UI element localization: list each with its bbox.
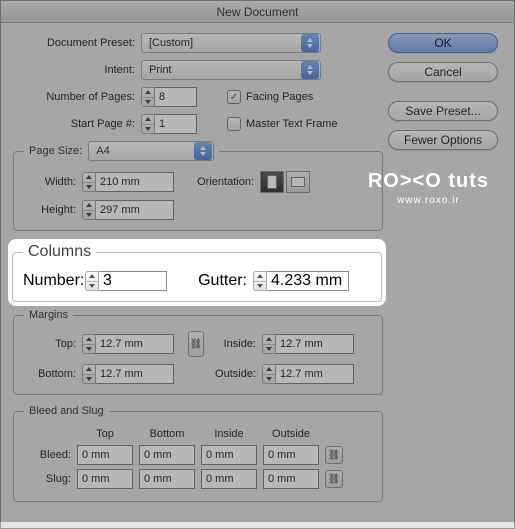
link-bleed-button[interactable]: ⛓ — [325, 446, 343, 464]
start-page-field[interactable]: 1 — [141, 114, 197, 134]
spinner-icon[interactable] — [141, 87, 155, 107]
spinner-icon[interactable] — [82, 334, 96, 354]
spinner-icon[interactable] — [82, 200, 96, 220]
margin-inside-label: Inside: — [204, 338, 262, 350]
margin-inside-value[interactable]: 12.7 mm — [276, 334, 354, 354]
facing-pages-label: Facing Pages — [246, 91, 313, 103]
page-size-value: A4 — [96, 145, 115, 157]
width-field[interactable]: 210 mm — [82, 172, 174, 192]
columns-group: Columns Number: 3 Gutter: 4.233 mm — [12, 243, 382, 302]
margin-top-value[interactable]: 12.7 mm — [96, 334, 174, 354]
height-field[interactable]: 297 mm — [82, 200, 174, 220]
margin-bottom-value[interactable]: 12.7 mm — [96, 364, 174, 384]
margin-outside-value[interactable]: 12.7 mm — [276, 364, 354, 384]
bs-header-top: Top — [74, 427, 136, 443]
page-size-legend: Page Size: — [29, 145, 82, 157]
columns-gutter-field[interactable]: 4.233 mm — [253, 271, 349, 291]
margin-top-label: Top: — [24, 338, 82, 350]
bs-header-outside: Outside — [260, 427, 322, 443]
start-page-value[interactable]: 1 — [155, 114, 197, 134]
page-size-group: Page Size: A4 Width: 210 mm Orientation:… — [13, 141, 383, 231]
spinner-icon[interactable] — [262, 364, 276, 384]
slug-outside-field[interactable]: 0 mm — [263, 469, 319, 489]
columns-number-value[interactable]: 3 — [99, 271, 167, 291]
margin-inside-field[interactable]: 12.7 mm — [262, 334, 354, 354]
slug-inside-field[interactable]: 0 mm — [201, 469, 257, 489]
spinner-icon[interactable] — [82, 172, 96, 192]
updown-icon — [194, 142, 212, 160]
columns-gutter-label: Gutter: — [167, 272, 253, 290]
ok-button[interactable]: OK — [388, 33, 498, 53]
link-margins-button[interactable]: ⛓ — [188, 331, 204, 357]
margin-bottom-label: Bottom: — [24, 368, 82, 380]
updown-icon — [301, 34, 319, 52]
bleed-bottom-field[interactable]: 0 mm — [139, 445, 195, 465]
spinner-icon[interactable] — [253, 271, 267, 291]
updown-icon — [301, 61, 319, 79]
landscape-icon — [291, 177, 305, 187]
master-text-frame-checkbox[interactable] — [227, 117, 241, 131]
columns-legend: Columns — [23, 243, 96, 261]
link-slug-button[interactable]: ⛓ — [325, 470, 343, 488]
facing-pages-checkbox[interactable]: ✓ — [227, 90, 241, 104]
bleed-label: Bleed: — [24, 443, 74, 467]
spinner-icon[interactable] — [82, 364, 96, 384]
portrait-icon — [267, 175, 277, 189]
intent-label: Intent: — [13, 64, 141, 76]
pages-value[interactable]: 8 — [155, 87, 197, 107]
spinner-icon[interactable] — [262, 334, 276, 354]
margin-bottom-field[interactable]: 12.7 mm — [82, 364, 174, 384]
intent-select[interactable]: Print — [141, 60, 321, 80]
width-label: Width: — [24, 176, 82, 188]
start-page-label: Start Page #: — [13, 118, 141, 130]
height-value[interactable]: 297 mm — [96, 200, 174, 220]
columns-number-label: Number: — [23, 272, 85, 290]
height-label: Height: — [24, 204, 82, 216]
bleed-slug-legend: Bleed and Slug — [24, 405, 109, 417]
bleed-top-field[interactable]: 0 mm — [77, 445, 133, 465]
master-text-frame-label: Master Text Frame — [246, 118, 338, 130]
document-preset-select[interactable]: [Custom] — [141, 33, 321, 53]
bs-header-inside: Inside — [198, 427, 260, 443]
save-preset-button[interactable]: Save Preset... — [388, 101, 498, 121]
columns-gutter-value[interactable]: 4.233 mm — [267, 271, 349, 291]
margins-legend: Margins — [24, 309, 73, 321]
margin-outside-label: Outside: — [204, 368, 262, 380]
cancel-button[interactable]: Cancel — [388, 62, 498, 82]
bs-header-bottom: Bottom — [136, 427, 198, 443]
bleed-slug-group: Bleed and Slug Top Bottom Inside Outside… — [13, 405, 383, 502]
margins-group: Margins Top: 12.7 mm ⛓ Inside: 12.7 mm B… — [13, 309, 383, 395]
margin-outside-field[interactable]: 12.7 mm — [262, 364, 354, 384]
orientation-portrait-button[interactable] — [260, 171, 284, 193]
slug-top-field[interactable]: 0 mm — [77, 469, 133, 489]
intent-value: Print — [149, 64, 178, 76]
columns-number-field[interactable]: 3 — [85, 271, 167, 291]
pages-field[interactable]: 8 — [141, 87, 197, 107]
pages-label: Number of Pages: — [13, 91, 141, 103]
width-value[interactable]: 210 mm — [96, 172, 174, 192]
slug-bottom-field[interactable]: 0 mm — [139, 469, 195, 489]
bleed-inside-field[interactable]: 0 mm — [201, 445, 257, 465]
spinner-icon[interactable] — [141, 114, 155, 134]
dialog-buttons: OK Cancel Save Preset... Fewer Options — [388, 33, 498, 159]
title-bar: New Document — [1, 1, 514, 23]
margin-top-field[interactable]: 12.7 mm — [82, 334, 174, 354]
orientation-landscape-button[interactable] — [286, 171, 310, 193]
document-preset-label: Document Preset: — [13, 37, 141, 49]
spinner-icon[interactable] — [85, 271, 99, 291]
fewer-options-button[interactable]: Fewer Options — [388, 130, 498, 150]
slug-label: Slug: — [24, 467, 74, 491]
document-preset-value: [Custom] — [149, 37, 199, 49]
bleed-outside-field[interactable]: 0 mm — [263, 445, 319, 465]
columns-highlight: Columns Number: 3 Gutter: 4.233 mm — [12, 243, 382, 302]
page-size-select[interactable]: A4 — [88, 141, 214, 161]
orientation-label: Orientation: — [174, 176, 260, 188]
